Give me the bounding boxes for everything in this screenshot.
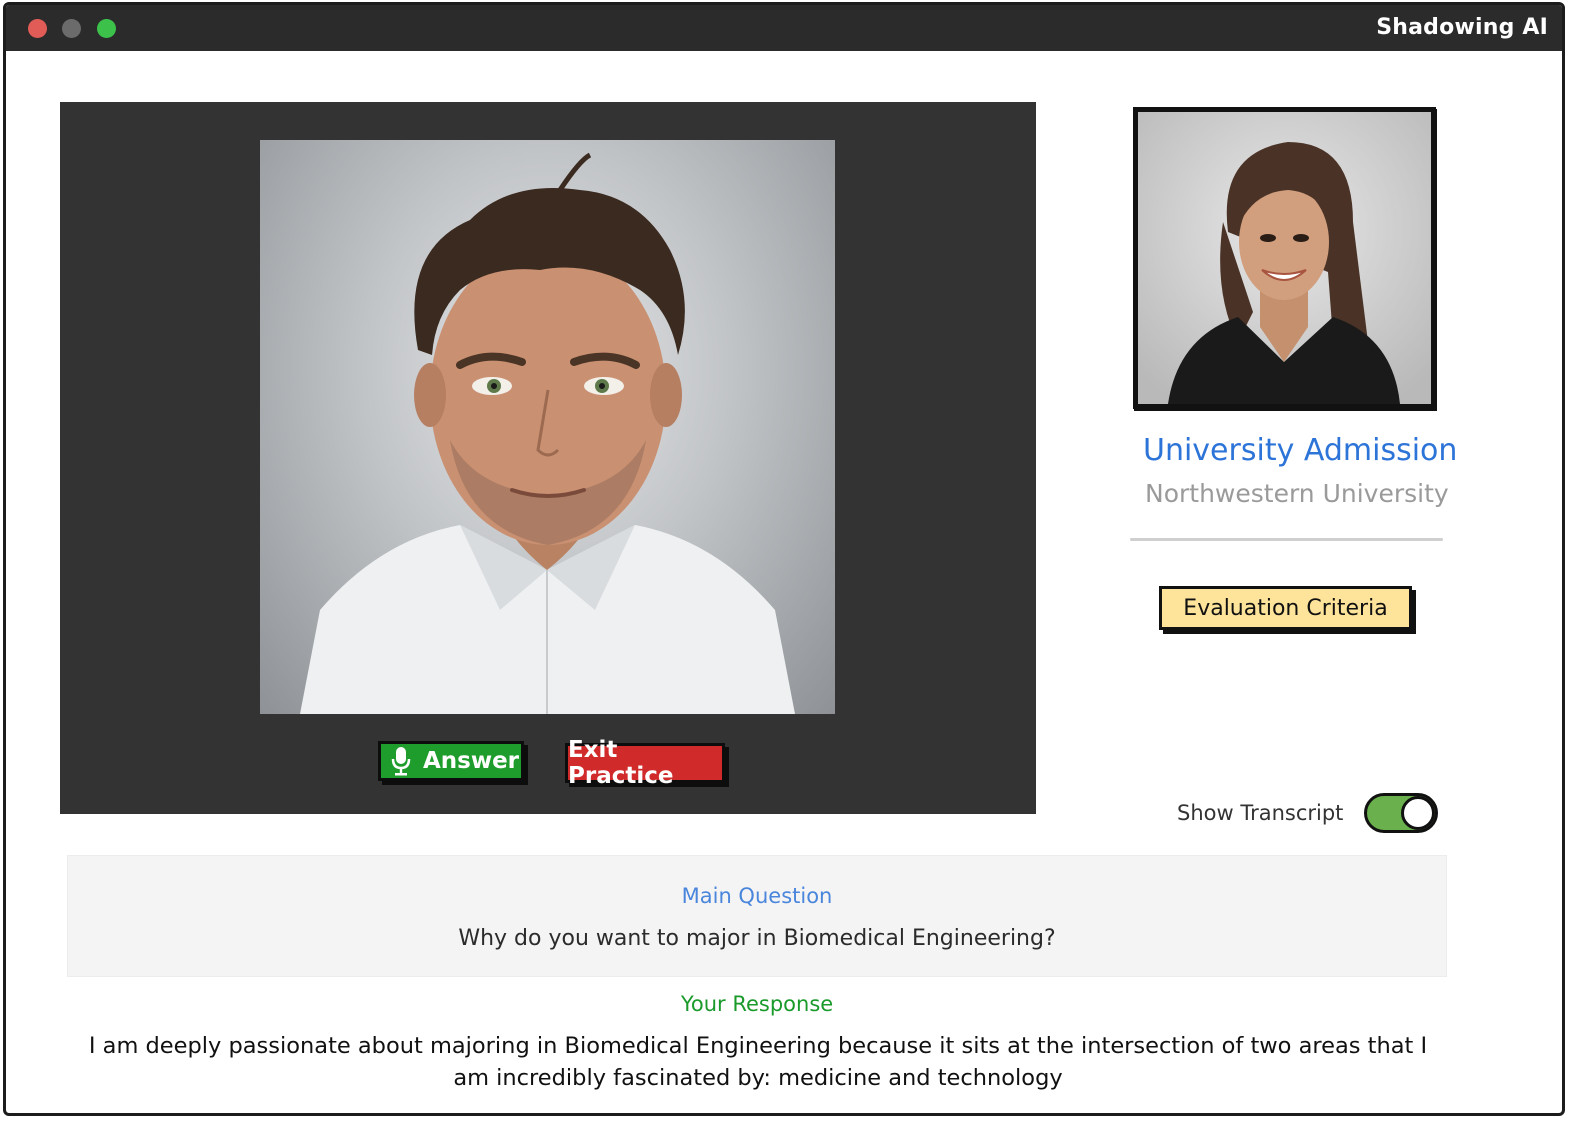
exit-practice-label: Exit Practice — [568, 737, 674, 789]
maximize-window-button[interactable] — [97, 19, 116, 38]
evaluation-criteria-button[interactable]: Evaluation Criteria — [1159, 586, 1412, 630]
app-title: Shadowing AI — [1376, 15, 1548, 40]
video-stage: Answer Exit Practice — [60, 102, 1036, 814]
evaluation-criteria-label: Evaluation Criteria — [1183, 595, 1388, 621]
microphone-icon — [391, 746, 411, 776]
main-question-label: Main Question — [681, 884, 833, 908]
answer-button[interactable]: Answer — [378, 741, 524, 781]
interviewer-portrait-image — [300, 152, 795, 714]
toggle-knob — [1401, 796, 1435, 830]
show-transcript-label: Show Transcript — [1177, 801, 1344, 825]
response-label: Your Response — [680, 992, 834, 1016]
app-window: Shadowing AI Answer Exit Practice Univer… — [3, 2, 1565, 1116]
minimize-window-button[interactable] — [62, 19, 81, 38]
response-text: I am deeply passionate about majoring in… — [88, 1033, 1428, 1091]
main-question-text: Why do you want to major in Biomedical E… — [458, 926, 1056, 951]
candidate-avatar — [1133, 107, 1436, 409]
show-transcript-toggle[interactable] — [1364, 793, 1438, 833]
answer-button-label: Answer — [422, 748, 520, 774]
interview-type-title: University Admission — [1143, 433, 1458, 468]
title-bar: Shadowing AI — [6, 5, 1562, 51]
exit-practice-button[interactable]: Exit Practice — [565, 737, 725, 789]
interview-school-subtitle: Northwestern University — [1145, 479, 1449, 508]
close-window-button[interactable] — [28, 19, 47, 38]
sidebar-divider — [1130, 538, 1443, 541]
main-question-panel: Main Question Why do you want to major i… — [67, 855, 1447, 977]
interviewer-video — [260, 140, 835, 714]
candidate-portrait-image — [1138, 112, 1431, 404]
